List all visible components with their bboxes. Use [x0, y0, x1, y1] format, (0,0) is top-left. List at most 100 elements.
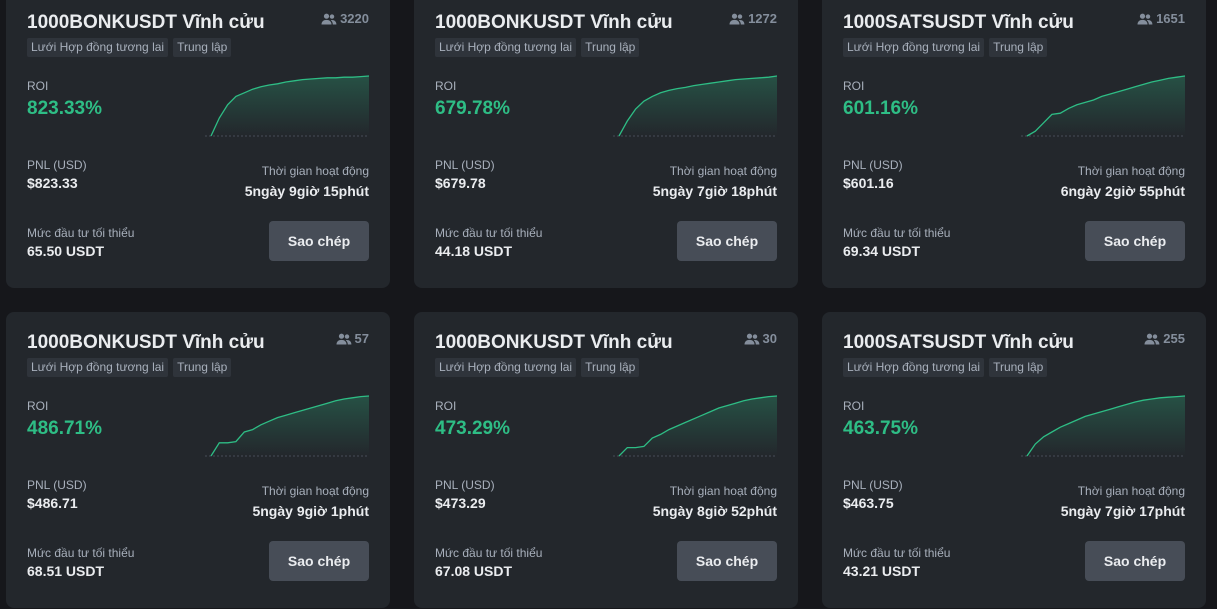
followers-count: 30: [744, 331, 777, 346]
pnl-value: $473.29: [435, 495, 486, 511]
pnl-label: PNL (USD): [435, 158, 495, 172]
roi-value: 486.71%: [27, 418, 103, 439]
tag-neutral: Trung lập: [581, 358, 640, 377]
min-invest-label: Mức đầu tư tối thiểu: [435, 546, 543, 560]
roi-value: 473.29%: [435, 418, 511, 439]
min-invest-label: Mức đầu tư tối thiểu: [843, 546, 951, 560]
tag-neutral: Trung lập: [581, 38, 640, 57]
copy-button[interactable]: Sao chép: [269, 221, 369, 261]
min-invest-value: 65.50 USDT: [27, 243, 105, 259]
tag-futures-grid: Lưới Hợp đồng tương lai: [27, 358, 169, 377]
tag-futures-grid: Lưới Hợp đồng tương lai: [843, 38, 985, 57]
followers-value: 1272: [748, 11, 777, 26]
roi-label: ROI: [435, 399, 457, 413]
sparkline-area: [1027, 396, 1185, 456]
users-icon: [744, 333, 759, 344]
users-icon: [336, 333, 351, 344]
pnl-value: $601.16: [843, 175, 894, 191]
tag-neutral: Trung lập: [989, 358, 1048, 377]
duration-value: 5ngày 9giờ 1phút: [252, 503, 369, 519]
tag-futures-grid: Lưới Hợp đồng tương lai: [843, 358, 985, 377]
pnl-value: $463.75: [843, 495, 894, 511]
duration-value: 6ngày 2giờ 55phút: [1060, 183, 1185, 199]
card-title: 1000SATSUSDT Vĩnh cửu: [843, 332, 1074, 353]
pnl-label: PNL (USD): [843, 158, 903, 172]
bot-card[interactable]: 1000BONKUSDT Vĩnh cửu 3220 Lưới Hợp đồng…: [6, 0, 390, 288]
followers-count: 57: [336, 331, 369, 346]
copy-button[interactable]: Sao chép: [677, 541, 777, 581]
tag-futures-grid: Lưới Hợp đồng tương lai: [435, 358, 577, 377]
tag-list: Lưới Hợp đồng tương lai Trung lập: [435, 358, 640, 377]
followers-value: 3220: [340, 11, 369, 26]
min-invest-label: Mức đầu tư tối thiểu: [27, 546, 135, 560]
bot-card[interactable]: 1000BONKUSDT Vĩnh cửu 30 Lưới Hợp đồng t…: [414, 312, 798, 608]
tag-futures-grid: Lưới Hợp đồng tương lai: [435, 38, 577, 57]
card-title: 1000BONKUSDT Vĩnh cửu: [435, 12, 673, 33]
roi-value: 823.33%: [27, 98, 103, 119]
roi-label: ROI: [27, 399, 49, 413]
duration-value: 5ngày 8giờ 52phút: [652, 503, 777, 519]
card-title: 1000BONKUSDT Vĩnh cửu: [27, 332, 265, 353]
roi-label: ROI: [843, 79, 865, 93]
bot-card[interactable]: 1000BONKUSDT Vĩnh cửu 1272 Lưới Hợp đồng…: [414, 0, 798, 288]
users-icon: [1137, 13, 1153, 24]
bot-card[interactable]: 1000SATSUSDT Vĩnh cửu 255 Lưới Hợp đồng …: [822, 312, 1206, 608]
roi-label: ROI: [27, 79, 49, 93]
pnl-value: $823.33: [27, 175, 78, 191]
tag-list: Lưới Hợp đồng tương lai Trung lập: [843, 358, 1048, 377]
sparkline-area: [211, 76, 369, 136]
copy-button[interactable]: Sao chép: [1085, 541, 1185, 581]
roi-label: ROI: [843, 399, 865, 413]
bot-card[interactable]: 1000SATSUSDT Vĩnh cửu 1651 Lưới Hợp đồng…: [822, 0, 1206, 288]
min-invest-label: Mức đầu tư tối thiểu: [435, 226, 543, 240]
pnl-label: PNL (USD): [843, 478, 903, 492]
copy-button[interactable]: Sao chép: [269, 541, 369, 581]
roi-sparkline: [613, 75, 777, 137]
min-invest-value: 69.34 USDT: [843, 243, 921, 259]
followers-count: 1272: [729, 11, 777, 26]
min-invest-label: Mức đầu tư tối thiểu: [843, 226, 951, 240]
tag-list: Lưới Hợp đồng tương lai Trung lập: [27, 358, 232, 377]
min-invest-value: 68.51 USDT: [27, 563, 105, 579]
duration-label: Thời gian hoạt động: [261, 164, 369, 178]
users-icon: [729, 13, 745, 24]
duration-label: Thời gian hoạt động: [261, 484, 369, 498]
min-invest-value: 43.21 USDT: [843, 563, 921, 579]
users-icon: [321, 13, 337, 24]
tag-list: Lưới Hợp đồng tương lai Trung lập: [27, 38, 232, 57]
duration-value: 5ngày 7giờ 18phút: [652, 183, 777, 199]
tag-list: Lưới Hợp đồng tương lai Trung lập: [435, 38, 640, 57]
min-invest-value: 67.08 USDT: [435, 563, 513, 579]
card-title: 1000SATSUSDT Vĩnh cửu: [843, 12, 1074, 33]
followers-count: 255: [1144, 331, 1185, 346]
followers-value: 57: [354, 331, 369, 346]
pnl-value: $679.78: [435, 175, 486, 191]
followers-count: 3220: [321, 11, 369, 26]
followers-value: 255: [1163, 331, 1185, 346]
card-title: 1000BONKUSDT Vĩnh cửu: [27, 12, 265, 33]
min-invest-value: 44.18 USDT: [435, 243, 513, 259]
followers-count: 1651: [1137, 11, 1185, 26]
roi-sparkline: [205, 395, 369, 457]
duration-label: Thời gian hoạt động: [669, 164, 777, 178]
followers-value: 30: [762, 331, 777, 346]
card-title: 1000BONKUSDT Vĩnh cửu: [435, 332, 673, 353]
sparkline-area: [211, 396, 369, 456]
pnl-label: PNL (USD): [27, 158, 87, 172]
roi-value: 463.75%: [843, 418, 919, 439]
duration-value: 5ngày 9giờ 15phút: [244, 183, 369, 199]
pnl-label: PNL (USD): [27, 478, 87, 492]
tag-futures-grid: Lưới Hợp đồng tương lai: [27, 38, 169, 57]
roi-value: 679.78%: [435, 98, 511, 119]
min-invest-label: Mức đầu tư tối thiểu: [27, 226, 135, 240]
duration-label: Thời gian hoạt động: [669, 484, 777, 498]
duration-label: Thời gian hoạt động: [1077, 164, 1185, 178]
roi-label: ROI: [435, 79, 457, 93]
roi-sparkline: [613, 395, 777, 457]
roi-sparkline: [1021, 395, 1185, 457]
tag-neutral: Trung lập: [989, 38, 1048, 57]
bot-card[interactable]: 1000BONKUSDT Vĩnh cửu 57 Lưới Hợp đồng t…: [6, 312, 390, 608]
copy-button[interactable]: Sao chép: [677, 221, 777, 261]
tag-list: Lưới Hợp đồng tương lai Trung lập: [843, 38, 1048, 57]
copy-button[interactable]: Sao chép: [1085, 221, 1185, 261]
